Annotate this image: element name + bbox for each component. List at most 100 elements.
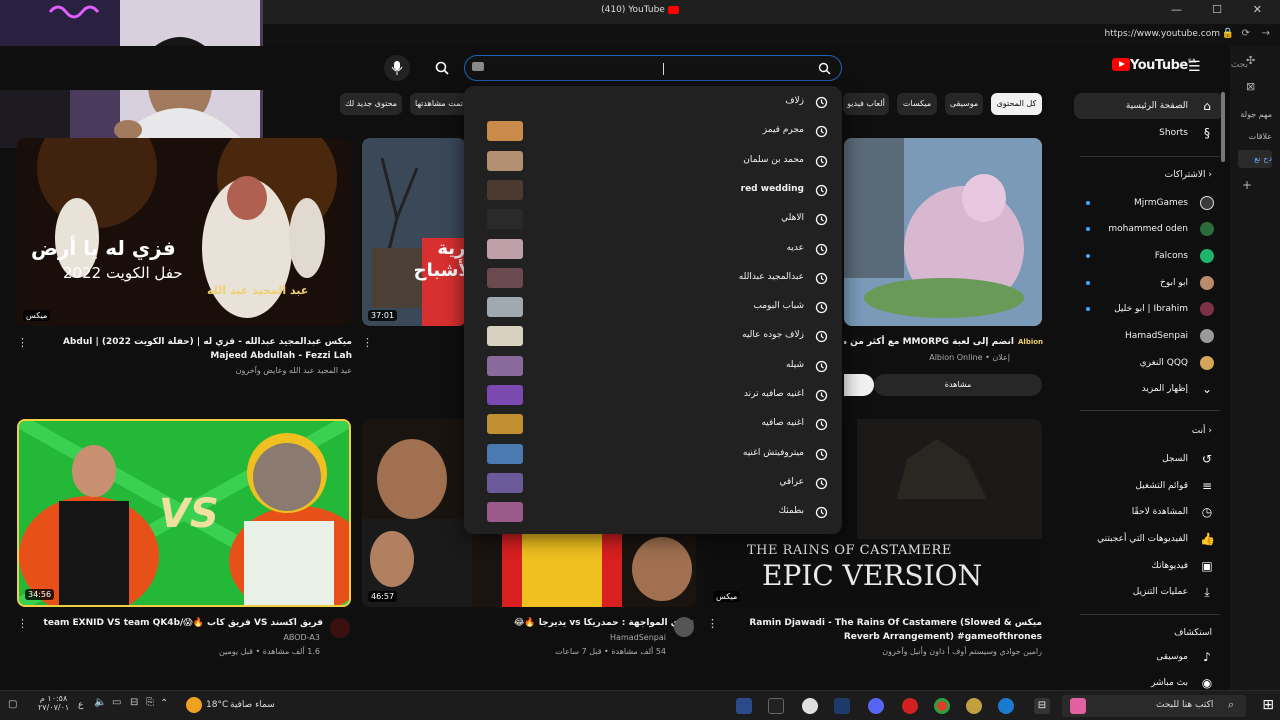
epic-games-icon[interactable]: [768, 698, 784, 714]
sidebar-item-subscription[interactable]: mohammed oden: [1074, 216, 1224, 242]
more-options-icon[interactable]: ⋮: [707, 617, 718, 630]
edge-icon[interactable]: [998, 698, 1014, 714]
reload-icon[interactable]: ⟳: [1242, 28, 1250, 39]
sidebar-item-your-videos[interactable]: فيديوهاتك ▣: [1074, 553, 1224, 579]
search-suggestion[interactable]: عبدالمجيد عبدالله: [464, 264, 842, 293]
ad-cta-button[interactable]: [844, 374, 874, 396]
search-suggestion[interactable]: مجرم قيمز: [464, 117, 842, 146]
task-view-icon[interactable]: ⊟: [1034, 698, 1050, 714]
search-suggestion[interactable]: شيله: [464, 352, 842, 381]
chip-new-for-you[interactable]: محتوى جديد لك: [340, 93, 402, 115]
discord-icon[interactable]: [868, 698, 884, 714]
sidebar-item-history[interactable]: السجل ↺: [1074, 446, 1224, 472]
video-thumbnail[interactable]: VS 34:56: [17, 419, 351, 607]
ad-thumbnail[interactable]: [844, 138, 1042, 326]
chevron-up-icon[interactable]: ⌃: [160, 698, 168, 709]
temperature-text[interactable]: 18°C: [206, 700, 228, 710]
search-suggestion[interactable]: زلاف جوده عاليه: [464, 322, 842, 351]
side-panel-item[interactable]: مهم جولة: [1238, 106, 1272, 124]
network-icon[interactable]: ⎘: [146, 697, 154, 708]
sidebar-item-subscription[interactable]: MjrmGames: [1074, 190, 1224, 216]
sidebar-item-subscription[interactable]: النغري QQQ: [1074, 350, 1224, 376]
chip-all[interactable]: كل المحتوى: [991, 93, 1042, 115]
sidebar-scrollbar[interactable]: [1221, 92, 1225, 162]
language-indicator[interactable]: ع: [78, 700, 83, 710]
chip-video-games[interactable]: ألعاب فيديو: [843, 93, 889, 115]
back-icon[interactable]: →: [1262, 28, 1270, 39]
video-title[interactable]: ميكس Ramin Djawadi - The Rains Of Castam…: [722, 616, 1042, 644]
search-suggestion[interactable]: الاهلي: [464, 205, 842, 234]
more-options-icon[interactable]: ⋮: [17, 617, 28, 630]
side-panel-item[interactable]: علاقات: [1238, 128, 1272, 146]
chrome-icon[interactable]: [934, 698, 950, 714]
subscriptions-heading[interactable]: الاشتراكات ›: [1074, 170, 1224, 190]
video-thumbnail[interactable]: فزي له يا أرض حفل الكويت 2022 عبد المجيد…: [17, 138, 351, 326]
weather-text[interactable]: سماء صافية: [230, 700, 275, 710]
search-suggestion[interactable]: عديه: [464, 235, 842, 264]
voice-search-button[interactable]: [384, 55, 410, 81]
sidebar-item-subscription[interactable]: Falcons: [1074, 243, 1224, 269]
channel-avatar[interactable]: [330, 618, 350, 638]
search-input[interactable]: [464, 55, 842, 81]
search-suggestion[interactable]: زلاف: [464, 88, 842, 117]
app-icon[interactable]: [966, 698, 982, 714]
sidebar-item-playlists[interactable]: قوائم التشغيل ≡: [1074, 473, 1224, 499]
channel-avatar[interactable]: [674, 617, 694, 637]
sidebar-item-subscription[interactable]: HamadSenpai: [1074, 323, 1224, 349]
app-icon[interactable]: [736, 698, 752, 714]
extension-icon[interactable]: ⊠: [1246, 80, 1255, 93]
you-heading[interactable]: أنت ›: [1074, 426, 1224, 446]
side-panel-add-button[interactable]: +: [1230, 176, 1264, 194]
app-icon[interactable]: [802, 698, 818, 714]
sidebar-item-music[interactable]: موسيقى ♪: [1074, 644, 1224, 670]
window-minimize-icon[interactable]: —: [1171, 3, 1182, 16]
window-close-icon[interactable]: ✕: [1253, 3, 1262, 16]
video-title[interactable]: تحدي المواجهة : حمدريكا vs يديرجا 🔥😂: [400, 616, 694, 630]
search-suggestion[interactable]: اغنيه صافيه: [464, 410, 842, 439]
sidebar-item-shorts[interactable]: Shorts §: [1074, 120, 1224, 146]
search-submit-button[interactable]: [429, 55, 455, 81]
more-options-icon[interactable]: ⋮: [362, 336, 373, 349]
sidebar-show-more[interactable]: إظهار المزيد ⌄: [1074, 376, 1224, 402]
ad-title[interactable]: انضم إلى لعبة MMORPG مع أكثر من مليون لا: [844, 335, 1014, 349]
volume-icon[interactable]: 🔈: [94, 697, 106, 708]
chip-mixes[interactable]: ميكسات: [897, 93, 937, 115]
channel-name[interactable]: ABOD-A3: [28, 633, 320, 642]
windows-start-icon[interactable]: ⊞: [1262, 697, 1274, 713]
search-suggestion[interactable]: شباب البومب: [464, 293, 842, 322]
sidebar-item-watch-later[interactable]: المشاهدة لاحقًا ◷: [1074, 499, 1224, 525]
chip-watched[interactable]: تمت مشاهدتها: [410, 93, 468, 115]
taskbar-search-box[interactable]: [1062, 695, 1246, 717]
sidebar-item-liked[interactable]: الفيديوهات التي أعجبتني 👍: [1074, 526, 1224, 552]
app-icon[interactable]: [834, 698, 850, 714]
url-text[interactable]: https://www.youtube.com: [1105, 29, 1220, 39]
suggestion-thumbnail: [487, 502, 523, 523]
notification-icon[interactable]: ▢: [8, 699, 17, 710]
app-icon[interactable]: [902, 698, 918, 714]
channel-name[interactable]: HamadSenpai: [400, 633, 666, 642]
youtube-logo[interactable]: YouTubeSA: [1108, 58, 1196, 73]
menu-icon[interactable]: ☰: [1188, 59, 1201, 75]
search-suggestion[interactable]: اغنيه صافيه ترند: [464, 381, 842, 410]
sidebar-item-subscription[interactable]: ابو ابوخ: [1074, 270, 1224, 296]
battery-icon[interactable]: ▭: [112, 697, 121, 708]
search-suggestion[interactable]: محمد بن سلمان: [464, 147, 842, 176]
chip-music[interactable]: موسيقى: [945, 93, 983, 115]
video-thumbnail[interactable]: قرية الأشباح 37:01: [362, 138, 466, 326]
sidebar-item-downloads[interactable]: عمليات التنزيل ⤓: [1074, 579, 1224, 605]
ad-watch-button[interactable]: مشاهدة: [874, 374, 1042, 396]
video-title[interactable]: فريق اكسند VS فريق كاب 🔥😱/team EXNID VS …: [28, 616, 323, 630]
side-panel-item[interactable]: دح نع: [1238, 150, 1272, 168]
clock[interactable]: ١٠:٥٨ م ٢٧/٠٧/٠١: [38, 694, 69, 712]
window-maximize-icon[interactable]: ☐: [1212, 3, 1222, 16]
sidebar-item-home[interactable]: الصفحة الرئيسية ⌂: [1074, 93, 1224, 119]
search-suggestion[interactable]: عراقي: [464, 469, 842, 498]
taskbar-app-icon[interactable]: [1070, 698, 1086, 714]
search-suggestion[interactable]: red wedding: [464, 176, 842, 205]
sidebar-item-subscription[interactable]: ابو خليل | Ibrahim: [1074, 296, 1224, 322]
video-title[interactable]: ميكس عبدالمجيد عبدالله - فزي له | (حفلة …: [28, 335, 352, 363]
search-suggestion[interactable]: ميتروفيتش اغنيه: [464, 440, 842, 469]
app-tray-icon[interactable]: ⊟: [130, 697, 138, 708]
more-options-icon[interactable]: ⋮: [17, 336, 28, 349]
search-suggestion[interactable]: بطمثك: [464, 498, 842, 527]
